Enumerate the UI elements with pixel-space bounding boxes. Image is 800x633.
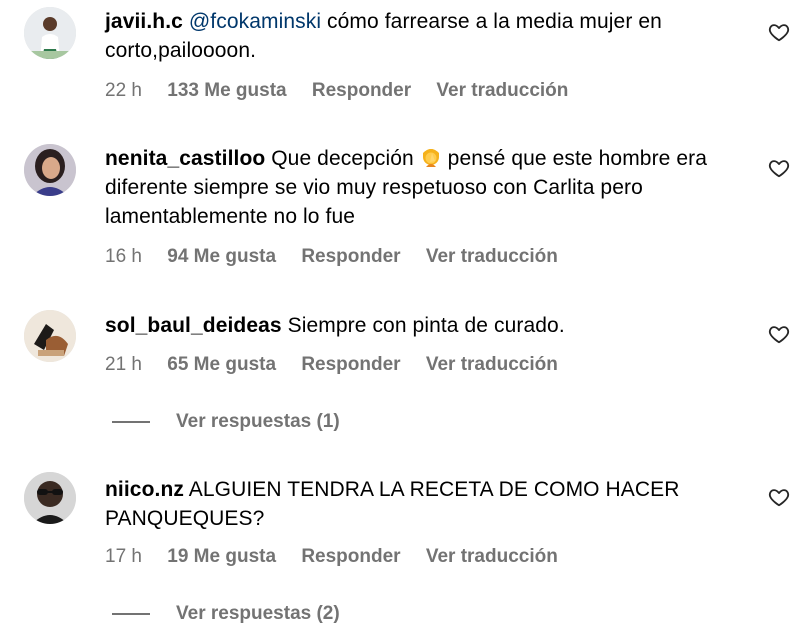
likes-count[interactable]: 94 Me gusta <box>167 246 276 267</box>
comment-text: nenita_castilloo Que decepción pensé que… <box>105 144 745 231</box>
divider-line <box>112 613 150 615</box>
timestamp: 21 h <box>105 354 142 375</box>
facepalm-woman-emoji-icon <box>420 147 442 169</box>
comment-meta: 21 h 65 Me gusta Responder Ver traducció… <box>105 353 558 377</box>
like-heart-icon[interactable] <box>768 323 790 345</box>
like-heart-icon[interactable] <box>768 486 790 508</box>
reply-button[interactable]: Responder <box>301 354 400 375</box>
reply-button[interactable]: Responder <box>301 246 400 267</box>
comment-text: javii.h.c @fcokaminski cómo farrearse a … <box>105 7 745 65</box>
comment-body: ALGUIEN TENDRA LA RECETA DE COMO HACER P… <box>105 478 680 530</box>
comment-text: sol_baul_deideas Siempre con pinta de cu… <box>105 311 745 340</box>
divider-line <box>112 421 150 423</box>
username[interactable]: javii.h.c <box>105 10 183 33</box>
username[interactable]: sol_baul_deideas <box>105 314 282 337</box>
comment-meta: 17 h 19 Me gusta Responder Ver traducció… <box>105 545 558 569</box>
avatar[interactable] <box>24 472 76 524</box>
translate-button[interactable]: Ver traducción <box>426 246 558 267</box>
comment-meta: 22 h 133 Me gusta Responder Ver traducci… <box>105 79 568 103</box>
avatar[interactable] <box>24 144 76 196</box>
comment-meta: 16 h 94 Me gusta Responder Ver traducció… <box>105 245 558 269</box>
comment-body: Siempre con pinta de curado. <box>281 314 565 337</box>
avatar[interactable] <box>24 310 76 362</box>
timestamp: 22 h <box>105 80 142 101</box>
like-heart-icon[interactable] <box>768 157 790 179</box>
translate-button[interactable]: Ver traducción <box>426 546 558 567</box>
reply-button[interactable]: Responder <box>312 80 411 101</box>
like-heart-icon[interactable] <box>768 21 790 43</box>
username[interactable]: nenita_castilloo <box>105 147 265 170</box>
username[interactable]: niico.nz <box>105 478 184 501</box>
avatar[interactable] <box>24 7 76 59</box>
translate-button[interactable]: Ver traducción <box>436 80 568 101</box>
view-replies-button[interactable]: Ver respuestas (2) <box>112 602 340 626</box>
mention-link[interactable]: @fcokaminski <box>189 10 321 33</box>
reply-button[interactable]: Responder <box>301 546 400 567</box>
view-replies-label: Ver respuestas (1) <box>176 411 340 432</box>
timestamp: 16 h <box>105 246 142 267</box>
view-replies-button[interactable]: Ver respuestas (1) <box>112 410 340 434</box>
translate-button[interactable]: Ver traducción <box>426 354 558 375</box>
likes-count[interactable]: 19 Me gusta <box>167 546 276 567</box>
timestamp: 17 h <box>105 546 142 567</box>
likes-count[interactable]: 65 Me gusta <box>167 354 276 375</box>
comment-text: niico.nz ALGUIEN TENDRA LA RECETA DE COM… <box>105 475 745 533</box>
likes-count[interactable]: 133 Me gusta <box>167 80 286 101</box>
view-replies-label: Ver respuestas (2) <box>176 603 340 624</box>
comment-body-part1: Que decepción <box>265 147 420 170</box>
